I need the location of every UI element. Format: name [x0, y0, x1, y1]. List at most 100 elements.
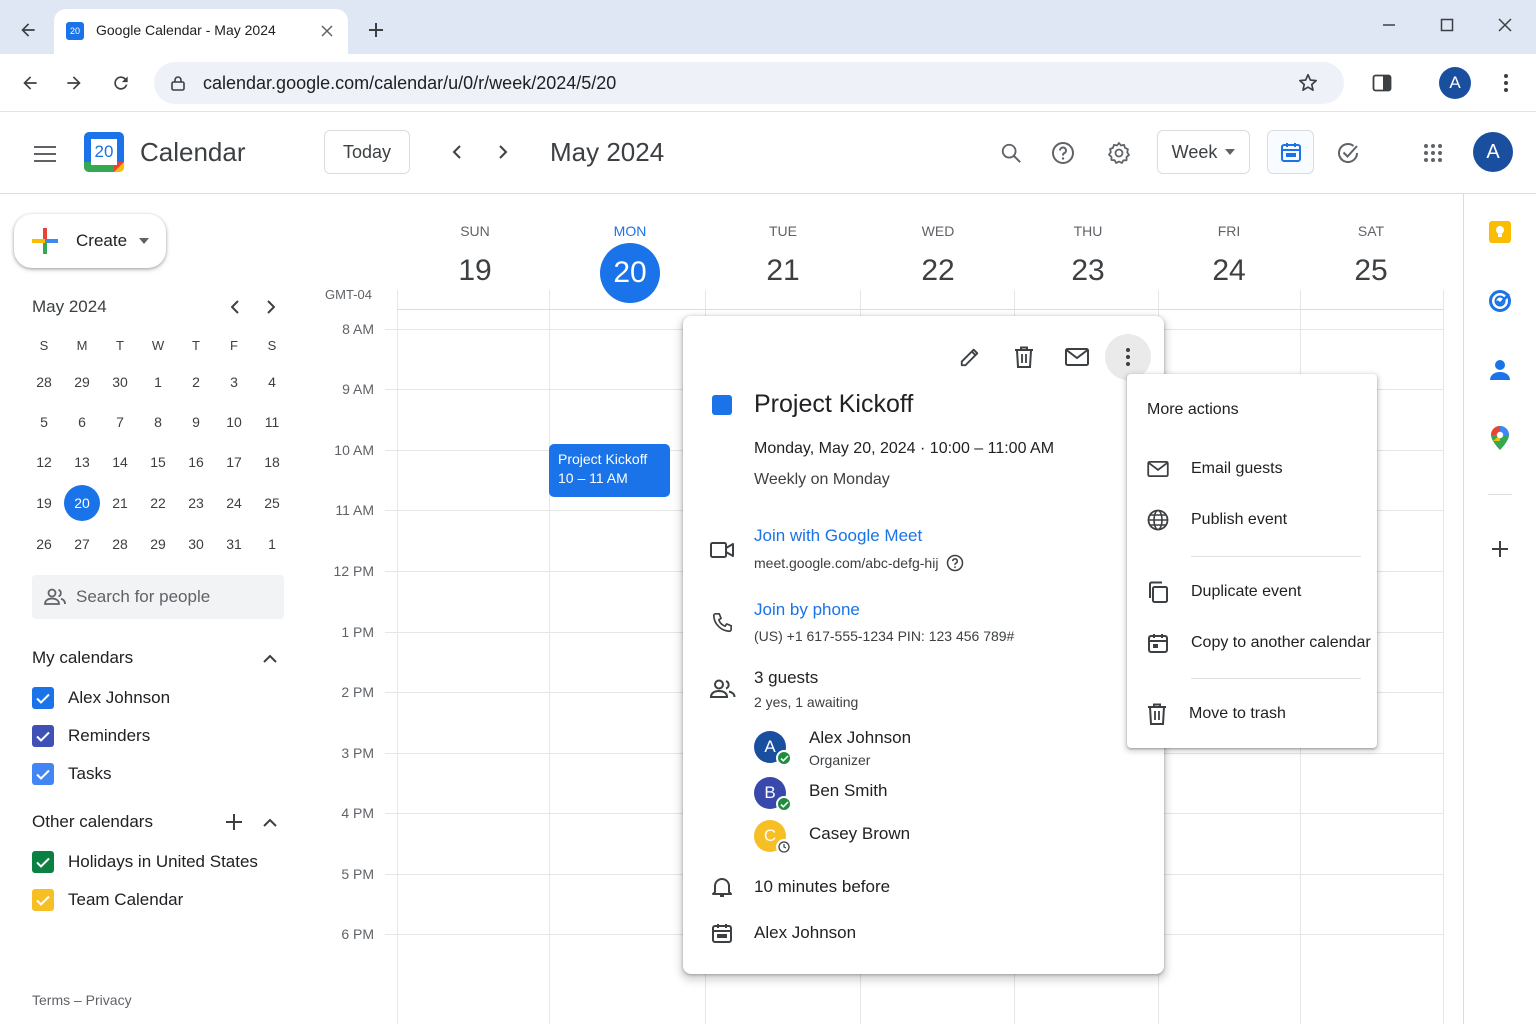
- calendar-view-icon[interactable]: [1267, 130, 1314, 174]
- settings-gear-icon[interactable]: [1102, 136, 1136, 170]
- day-number[interactable]: 25: [1331, 254, 1411, 288]
- menu-item-move-to-trash[interactable]: Move to trash: [1127, 692, 1377, 736]
- other-calendars-collapse-icon[interactable]: [258, 810, 282, 834]
- mini-day[interactable]: 13: [64, 444, 100, 480]
- checkbox-checked-icon[interactable]: [32, 763, 54, 785]
- delete-trash-icon[interactable]: [1008, 341, 1040, 373]
- browser-menu-icon[interactable]: [1492, 67, 1520, 99]
- mini-day[interactable]: 28: [26, 364, 62, 400]
- day-number[interactable]: 24: [1189, 254, 1269, 288]
- calendar-item[interactable]: Reminders: [32, 725, 150, 747]
- other-calendars-title[interactable]: Other calendars: [32, 812, 153, 832]
- account-avatar[interactable]: A: [1473, 132, 1513, 172]
- mini-day[interactable]: 26: [26, 526, 62, 562]
- menu-item-email-guests[interactable]: Email guests: [1127, 447, 1377, 491]
- add-addon-icon[interactable]: [1486, 535, 1514, 563]
- mini-day[interactable]: 11: [254, 404, 290, 440]
- contacts-icon[interactable]: [1486, 356, 1514, 384]
- apps-grid-icon[interactable]: [1416, 136, 1450, 170]
- mini-prev-month-icon[interactable]: [222, 294, 248, 320]
- mini-day[interactable]: 1: [254, 526, 290, 562]
- next-week-icon[interactable]: [488, 136, 518, 168]
- menu-item-publish-event[interactable]: Publish event: [1127, 498, 1377, 542]
- mini-day[interactable]: 14: [102, 444, 138, 480]
- close-window-icon[interactable]: [1490, 10, 1520, 40]
- join-phone-link[interactable]: Join by phone: [754, 600, 860, 620]
- mini-day[interactable]: 3: [216, 364, 252, 400]
- browser-profile-avatar[interactable]: A: [1439, 67, 1471, 99]
- reload-icon[interactable]: [105, 67, 137, 99]
- mini-day[interactable]: 16: [178, 444, 214, 480]
- mini-day[interactable]: 30: [102, 364, 138, 400]
- bookmark-star-icon[interactable]: [1296, 71, 1320, 95]
- keep-icon[interactable]: [1486, 218, 1514, 246]
- day-number[interactable]: 22: [898, 254, 978, 288]
- browser-tab[interactable]: 20 Google Calendar - May 2024: [54, 9, 348, 54]
- tab-close-icon[interactable]: [316, 20, 338, 42]
- day-number[interactable]: 21: [743, 254, 823, 288]
- calendar-item[interactable]: Tasks: [32, 763, 111, 785]
- mini-day[interactable]: 2: [178, 364, 214, 400]
- day-number[interactable]: 23: [1048, 254, 1128, 288]
- back-icon[interactable]: [14, 67, 46, 99]
- edit-pencil-icon[interactable]: [954, 341, 986, 373]
- mini-day[interactable]: 27: [64, 526, 100, 562]
- side-panel-icon[interactable]: [1366, 67, 1398, 99]
- mini-day[interactable]: 25: [254, 485, 290, 521]
- mini-day[interactable]: 18: [254, 444, 290, 480]
- forward-icon[interactable]: [58, 67, 90, 99]
- lock-icon[interactable]: [168, 73, 188, 93]
- checkbox-checked-icon[interactable]: [32, 889, 54, 911]
- mini-day[interactable]: 22: [140, 485, 176, 521]
- calendar-logo-icon[interactable]: 20: [84, 132, 124, 172]
- mini-day[interactable]: 4: [254, 364, 290, 400]
- checkbox-checked-icon[interactable]: [32, 851, 54, 873]
- tab-back-icon[interactable]: [12, 14, 44, 46]
- my-calendars-title[interactable]: My calendars: [32, 648, 133, 668]
- mini-day-selected[interactable]: 20: [64, 485, 100, 521]
- join-meet-link[interactable]: Join with Google Meet: [754, 526, 922, 546]
- search-icon[interactable]: [994, 136, 1028, 170]
- minimize-icon[interactable]: [1374, 10, 1404, 40]
- today-day-number[interactable]: 20: [600, 243, 660, 303]
- address-bar[interactable]: calendar.google.com/calendar/u/0/r/week/…: [154, 62, 1344, 104]
- mini-day[interactable]: 29: [64, 364, 100, 400]
- prev-week-icon[interactable]: [442, 136, 472, 168]
- mini-day[interactable]: 21: [102, 485, 138, 521]
- tasks-check-icon[interactable]: [1330, 135, 1366, 171]
- mini-day[interactable]: 6: [64, 404, 100, 440]
- tasks-icon[interactable]: [1486, 287, 1514, 315]
- maps-icon[interactable]: [1486, 424, 1514, 452]
- new-tab-icon[interactable]: [362, 16, 390, 44]
- mini-day[interactable]: 7: [102, 404, 138, 440]
- mini-day[interactable]: 29: [140, 526, 176, 562]
- calendar-item[interactable]: Alex Johnson: [32, 687, 170, 709]
- mini-day[interactable]: 9: [178, 404, 214, 440]
- mini-day[interactable]: 23: [178, 485, 214, 521]
- create-button[interactable]: Create: [14, 214, 166, 268]
- mini-day[interactable]: 19: [26, 485, 62, 521]
- mini-next-month-icon[interactable]: [258, 294, 284, 320]
- mini-day[interactable]: 17: [216, 444, 252, 480]
- mini-day[interactable]: 10: [216, 404, 252, 440]
- mini-day[interactable]: 24: [216, 485, 252, 521]
- calendar-item[interactable]: Team Calendar: [32, 889, 183, 911]
- maximize-icon[interactable]: [1432, 10, 1462, 40]
- menu-item-copy-to-calendar[interactable]: Copy to another calendar: [1127, 621, 1377, 665]
- mini-day[interactable]: 15: [140, 444, 176, 480]
- day-number[interactable]: 19: [435, 254, 515, 288]
- meet-help-icon[interactable]: [946, 554, 964, 572]
- mini-day[interactable]: 5: [26, 404, 62, 440]
- today-button[interactable]: Today: [324, 130, 410, 174]
- mini-day[interactable]: 30: [178, 526, 214, 562]
- menu-item-duplicate-event[interactable]: Duplicate event: [1127, 570, 1377, 614]
- mini-day[interactable]: 28: [102, 526, 138, 562]
- mini-day[interactable]: 1: [140, 364, 176, 400]
- checkbox-checked-icon[interactable]: [32, 725, 54, 747]
- main-menu-icon[interactable]: [28, 137, 62, 171]
- my-calendars-collapse-icon[interactable]: [258, 646, 282, 670]
- footer-links[interactable]: Terms – Privacy: [32, 992, 132, 1008]
- view-selector[interactable]: Week: [1157, 130, 1250, 174]
- help-icon[interactable]: [1046, 136, 1080, 170]
- add-other-calendar-icon[interactable]: [222, 810, 246, 834]
